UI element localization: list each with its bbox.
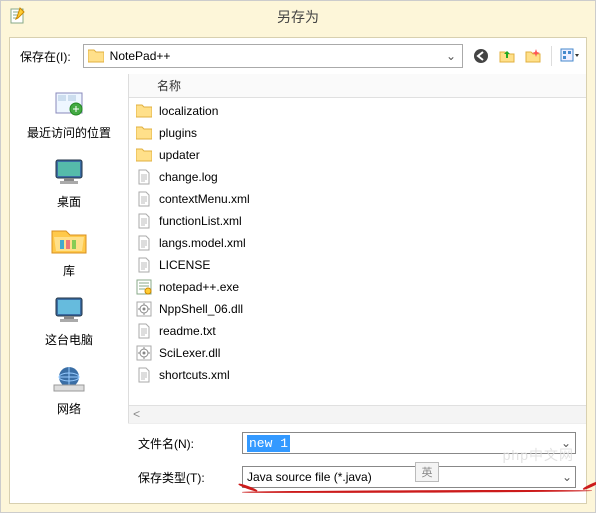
- place-label: 最近访问的位置: [27, 124, 111, 141]
- app-icon: [9, 7, 27, 25]
- new-folder-button[interactable]: [523, 46, 543, 66]
- place-label: 桌面: [57, 193, 81, 210]
- save-in-label: 保存在(I):: [16, 48, 75, 65]
- file-icon: [135, 212, 153, 230]
- file-item[interactable]: functionList.xml: [129, 210, 586, 232]
- file-name: contextMenu.xml: [159, 192, 250, 206]
- place-label: 网络: [57, 400, 81, 417]
- exe-icon: [135, 278, 153, 296]
- watermark: php中文网: [503, 445, 574, 465]
- place-label: 这台电脑: [45, 331, 93, 348]
- file-name: NppShell_06.dll: [159, 302, 243, 316]
- up-one-level-button[interactable]: [497, 46, 517, 66]
- file-item[interactable]: shortcuts.xml: [129, 364, 586, 386]
- file-item[interactable]: localization: [129, 100, 586, 122]
- places-desktop[interactable]: 桌面: [10, 155, 128, 210]
- file-name: shortcuts.xml: [159, 368, 230, 382]
- file-name: notepad++.exe: [159, 280, 239, 294]
- file-name: plugins: [159, 126, 197, 140]
- network-icon: [49, 362, 89, 396]
- places-recent[interactable]: 最近访问的位置: [10, 86, 128, 141]
- places-thispc[interactable]: 这台电脑: [10, 293, 128, 348]
- file-icon: [135, 366, 153, 384]
- file-item[interactable]: updater: [129, 144, 586, 166]
- file-item[interactable]: contextMenu.xml: [129, 188, 586, 210]
- folder-icon: [135, 146, 153, 164]
- place-label: 库: [63, 262, 75, 279]
- file-item[interactable]: readme.txt: [129, 320, 586, 342]
- chevron-down-icon: ⌄: [444, 49, 458, 63]
- places-libraries[interactable]: 库: [10, 224, 128, 279]
- file-name: SciLexer.dll: [159, 346, 220, 360]
- libraries-icon: [49, 224, 89, 258]
- recent-icon: [49, 86, 89, 120]
- folder-icon: [135, 124, 153, 142]
- file-name: LICENSE: [159, 258, 210, 272]
- places-network[interactable]: 网络: [10, 362, 128, 417]
- file-item[interactable]: LICENSE: [129, 254, 586, 276]
- file-item[interactable]: NppShell_06.dll: [129, 298, 586, 320]
- file-name: updater: [159, 148, 200, 162]
- file-name: localization: [159, 104, 218, 118]
- file-name: change.log: [159, 170, 218, 184]
- file-name: readme.txt: [159, 324, 216, 338]
- save-in-select[interactable]: NotePad++ ⌄: [83, 44, 463, 68]
- thispc-icon: [49, 293, 89, 327]
- file-name: langs.model.xml: [159, 236, 246, 250]
- file-icon: [135, 256, 153, 274]
- back-button[interactable]: [471, 46, 491, 66]
- desktop-icon: [49, 155, 89, 189]
- filetype-label: 保存类型(T):: [138, 469, 232, 486]
- view-menu-button[interactable]: [560, 46, 580, 66]
- chevron-down-icon[interactable]: ⌄: [562, 470, 572, 484]
- file-icon: [135, 190, 153, 208]
- horizontal-scrollbar[interactable]: <: [129, 405, 586, 423]
- folder-icon: [135, 102, 153, 120]
- file-item[interactable]: notepad++.exe: [129, 276, 586, 298]
- file-icon: [135, 234, 153, 252]
- file-icon: [135, 168, 153, 186]
- save-in-value: NotePad++: [110, 49, 438, 63]
- file-item[interactable]: SciLexer.dll: [129, 342, 586, 364]
- filetype-select[interactable]: Java source file (*.java) ⌄: [242, 466, 576, 488]
- file-item[interactable]: change.log: [129, 166, 586, 188]
- column-header-name[interactable]: 名称: [129, 74, 586, 98]
- file-item[interactable]: langs.model.xml: [129, 232, 586, 254]
- folder-icon: [88, 49, 104, 63]
- file-item[interactable]: plugins: [129, 122, 586, 144]
- dll-icon: [135, 344, 153, 362]
- filename-label: 文件名(N):: [138, 435, 232, 452]
- file-icon: [135, 322, 153, 340]
- dialog-title: 另存为: [277, 7, 319, 27]
- dll-icon: [135, 300, 153, 318]
- ime-badge: 英: [415, 462, 439, 482]
- file-name: functionList.xml: [159, 214, 242, 228]
